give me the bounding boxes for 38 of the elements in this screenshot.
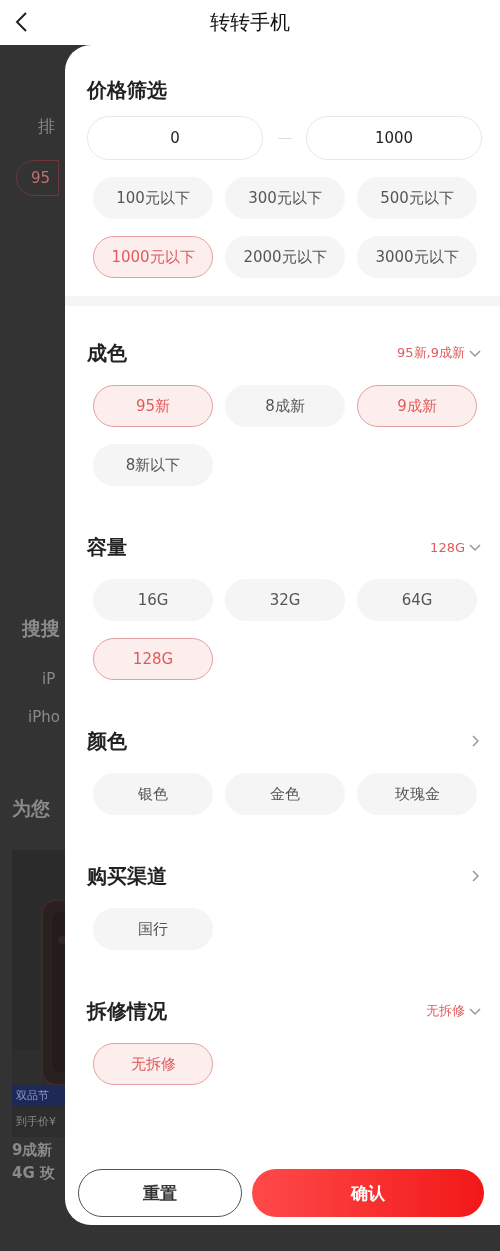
option-chip[interactable]: 3000元以下	[357, 236, 477, 278]
product-name: 4G 玫	[12, 1164, 55, 1183]
option-chip[interactable]: 银色	[93, 773, 213, 815]
option-chip[interactable]: 500元以下	[357, 177, 477, 219]
section-title: 价格筛选	[87, 76, 167, 104]
option-chip[interactable]: 8新以下	[93, 444, 213, 486]
selection-summary: 128G	[430, 539, 465, 555]
confirm-button[interactable]: 确认	[252, 1169, 484, 1217]
selection-summary: 无拆修	[426, 1002, 465, 1020]
reset-button[interactable]: 重置	[78, 1169, 242, 1217]
option-chip[interactable]: 8成新	[225, 385, 345, 427]
option-chip[interactable]: 金色	[225, 773, 345, 815]
sort-label: 排	[38, 115, 55, 138]
promo-tag: 双品节	[12, 1085, 65, 1106]
option-chip[interactable]: 300元以下	[225, 177, 345, 219]
section-title: 颜色	[87, 727, 127, 755]
back-icon[interactable]	[14, 11, 30, 33]
section-title: 拆修情况	[87, 997, 167, 1025]
section-title: 为您	[12, 796, 50, 821]
section-title: 成色	[87, 339, 127, 367]
section-title: 容量	[87, 533, 127, 561]
page-title: 转转手机	[210, 9, 290, 36]
search-suggestion: iPho	[28, 708, 60, 726]
price-label: 到手价¥	[15, 1114, 57, 1130]
section-title: 搜搜	[22, 616, 60, 641]
option-chip[interactable]: 100元以下	[93, 177, 213, 219]
option-chip[interactable]: 2000元以下	[225, 236, 345, 278]
option-chip[interactable]: 64G	[357, 579, 477, 621]
option-chip[interactable]: 玫瑰金	[357, 773, 477, 815]
product-name: 9成新	[12, 1141, 53, 1160]
option-chip[interactable]: 32G	[225, 579, 345, 621]
min-price-field[interactable]: 0	[87, 116, 263, 160]
selection-summary: 95新,9成新	[397, 344, 465, 362]
search-suggestion: iP	[42, 670, 56, 688]
section-title: 购买渠道	[87, 862, 167, 890]
option-chip[interactable]: 16G	[93, 579, 213, 621]
max-price-field[interactable]: 1000	[306, 116, 482, 160]
option-chip[interactable]: 国行	[93, 908, 213, 950]
